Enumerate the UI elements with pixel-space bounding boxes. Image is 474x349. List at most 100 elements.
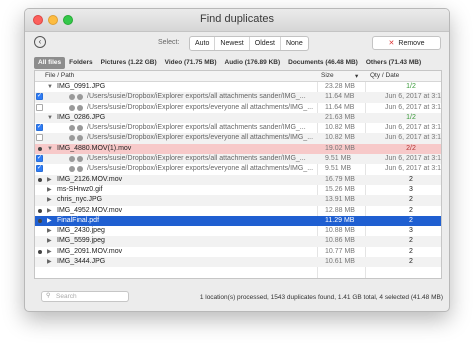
reveal-in-finder-icon[interactable] <box>69 125 75 132</box>
row-checkbox[interactable] <box>36 92 43 101</box>
table-body: ▼ IMG_0991.JPG 23.28 MB 1/2/Users/susie/Dro… <box>35 82 442 268</box>
duplicate-count: 2 <box>409 196 413 204</box>
row-checkbox[interactable] <box>36 123 43 132</box>
duplicate-count: 2 <box>409 258 413 266</box>
file-date: Jun 6, 2017 at 3:15 PM <box>385 165 442 173</box>
disclosure-collapsed-icon[interactable]: ▶ <box>47 226 52 236</box>
search-input[interactable]: ⚲ Search <box>41 291 129 302</box>
file-size: 10.86 MB <box>325 237 355 245</box>
duplicate-group-row[interactable]: ▶ IMG_3444.JPG 10.61 MB 2 <box>35 257 441 268</box>
back-arrow-icon: ‹ <box>38 37 42 46</box>
disclosure-collapsed-icon[interactable]: ▶ <box>47 257 52 267</box>
disclosure-expanded-icon[interactable]: ▼ <box>47 113 53 123</box>
file-path: /Users/susie/Dropbox/iExplorer exports/a… <box>87 93 306 101</box>
remove-button[interactable]: ✕ Remove <box>372 36 441 50</box>
file-path: /Users/susie/Dropbox/iExplorer exports/e… <box>87 134 314 142</box>
disclosure-collapsed-icon[interactable]: ▶ <box>47 236 52 246</box>
path-action-icons <box>69 104 85 112</box>
column-header-size[interactable]: Size <box>321 72 334 79</box>
search-icon: ⚲ <box>46 293 51 299</box>
remove-label: Remove <box>398 40 425 47</box>
file-path-row[interactable]: /Users/susie/Dropbox/iExplorer exports/a… <box>35 123 441 133</box>
disclosure-collapsed-icon[interactable]: ▶ <box>47 206 52 216</box>
disclosure-collapsed-icon[interactable]: ▶ <box>47 175 52 185</box>
preview-icon[interactable] <box>77 166 83 173</box>
duplicate-group-row[interactable]: ▶ IMG_2091.MOV.mov 10.77 MB 2 <box>35 247 441 257</box>
preview-icon[interactable] <box>77 94 83 101</box>
disclosure-collapsed-icon[interactable]: ▶ <box>47 216 52 226</box>
tab-folders[interactable]: Folders <box>65 57 96 69</box>
file-name: IMG_0991.JPG <box>57 83 106 90</box>
row-checkbox[interactable] <box>36 103 43 111</box>
row-checkbox[interactable] <box>36 134 43 142</box>
file-date: Jun 6, 2017 at 3:15 PM <box>385 134 442 142</box>
duplicate-group-row[interactable]: ▶ chris_nyc.JPG 13.91 MB 2 <box>35 195 441 206</box>
file-path: /Users/susie/Dropbox/iExplorer exports/e… <box>87 103 314 111</box>
file-path-row[interactable]: /Users/susie/Dropbox/iExplorer exports/a… <box>35 92 441 103</box>
select-auto-button[interactable]: Auto <box>190 37 216 50</box>
path-action-icons <box>69 135 85 142</box>
reveal-in-finder-icon[interactable] <box>69 94 75 101</box>
file-name: IMG_5599.jpeg <box>57 237 105 245</box>
preview-icon[interactable] <box>77 125 83 132</box>
file-path-row[interactable]: /Users/susie/Dropbox/iExplorer exports/a… <box>35 154 442 165</box>
duplicate-group-row[interactable]: ▼ IMG_0286.JPG 21.63 MB 1/2 <box>35 112 441 124</box>
find-duplicates-window: Find duplicates ‹ Select: Auto Newest Ol… <box>24 8 450 312</box>
file-name: chris_nyc.JPG <box>57 196 103 204</box>
duplicate-group-row[interactable]: ▶ FinalFinal.pdf 11.29 MB 2 <box>35 215 441 227</box>
file-size: 10.77 MB <box>325 247 355 255</box>
column-header-qty[interactable]: Qty / Date <box>370 72 399 79</box>
tab-documents[interactable]: Documents (46.48 MB) <box>284 57 362 69</box>
select-oldest-button[interactable]: Oldest <box>250 37 281 50</box>
tab-audio[interactable]: Audio (176.89 KB) <box>221 57 285 69</box>
file-name: IMG_0286.JPG <box>57 113 106 121</box>
duplicate-group-row[interactable]: ▶ IMG_2430.jpeg 10.88 MB 3 <box>35 226 441 236</box>
remove-x-icon: ✕ <box>388 40 395 47</box>
reveal-in-finder-icon[interactable] <box>69 166 75 173</box>
file-size: 15.26 MB <box>325 185 355 193</box>
select-none-button[interactable]: None <box>281 37 308 50</box>
duplicate-group-row[interactable]: ▶ IMG_5599.jpeg 10.86 MB 2 <box>35 236 441 247</box>
duplicate-group-row[interactable]: ▼ IMG_0991.JPG 23.28 MB 1/2 <box>35 82 441 92</box>
file-path-row[interactable]: /Users/susie/Dropbox/iExplorer exports/e… <box>35 133 442 144</box>
duplicate-count: 2 <box>409 206 413 214</box>
file-size: 10.88 MB <box>325 227 355 235</box>
file-name: FinalFinal.pdf <box>57 216 100 224</box>
select-newest-button[interactable]: Newest <box>215 37 250 50</box>
tab-others[interactable]: Others (71.43 MB) <box>362 57 425 69</box>
reveal-in-finder-icon[interactable] <box>69 104 75 111</box>
file-date: Jun 6, 2017 at 3:15 PM <box>385 124 442 132</box>
duplicate-group-row[interactable]: ▶ IMG_4952.MOV.mov 12.88 MB 2 <box>35 206 441 216</box>
row-checkbox[interactable] <box>36 154 43 163</box>
file-name: IMG_4952.MOV.mov <box>57 206 123 214</box>
file-path: /Users/susie/Dropbox/iExplorer exports/a… <box>87 155 306 163</box>
preview-icon[interactable] <box>77 104 83 111</box>
duplicate-group-row[interactable]: ▶ ms-SHrwz0.gif 15.26 MB 3 <box>35 185 441 195</box>
file-size: 21.63 MB <box>325 113 355 121</box>
duplicate-count: 3 <box>409 227 413 235</box>
file-size: 10.82 MB <box>325 134 355 142</box>
tab-video[interactable]: Video (71.75 MB) <box>161 57 221 69</box>
preview-icon[interactable] <box>77 156 83 163</box>
duplicate-group-row[interactable]: ▶ IMG_2126.MOV.mov 16.79 MB 2 <box>35 174 441 185</box>
reveal-in-finder-icon[interactable] <box>69 156 75 163</box>
column-header-name[interactable]: File / Path <box>45 72 74 79</box>
file-path-row[interactable]: /Users/susie/Dropbox/iExplorer exports/e… <box>35 164 441 174</box>
file-name: ms-SHrwz0.gif <box>57 185 103 193</box>
duplicates-table: File / Path Size ▾ Qty / Date ▼ IMG_0991.… <box>34 70 442 279</box>
disclosure-collapsed-icon[interactable]: ▶ <box>47 195 52 205</box>
file-date: Jun 6, 2017 at 3:15 PM <box>385 155 442 163</box>
row-checkbox[interactable] <box>36 164 43 173</box>
disclosure-collapsed-icon[interactable]: ▶ <box>47 247 52 257</box>
duplicate-group-row[interactable]: ▼ IMG_4880.MOV(1).mov 19.02 MB 2/2 <box>35 143 441 155</box>
disclosure-expanded-icon[interactable]: ▼ <box>47 82 53 92</box>
preview-icon[interactable] <box>77 135 83 142</box>
sort-chevron-icon: ▾ <box>355 73 359 80</box>
file-path-row[interactable]: /Users/susie/Dropbox/iExplorer exports/e… <box>35 103 441 113</box>
disclosure-expanded-icon[interactable]: ▼ <box>47 144 53 154</box>
tab-all-files[interactable]: All files <box>34 57 66 69</box>
back-button[interactable]: ‹ <box>34 36 46 48</box>
reveal-in-finder-icon[interactable] <box>69 135 75 142</box>
tab-pictures[interactable]: Pictures (1.22 GB) <box>97 57 161 69</box>
disclosure-collapsed-icon[interactable]: ▶ <box>47 185 52 195</box>
